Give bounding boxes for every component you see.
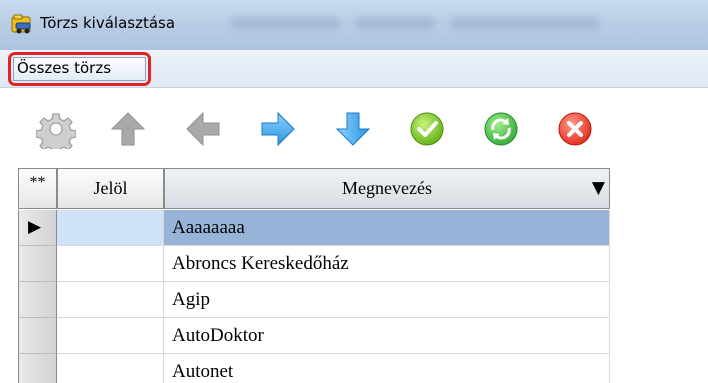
row-indicator[interactable] — [18, 282, 57, 318]
folder-car-icon — [11, 14, 33, 36]
grid-header: ** Jelöl Megnevezés ▼ — [18, 168, 708, 209]
table-row[interactable]: Abroncs Kereskedőház — [18, 246, 708, 282]
menu-bar: Összes törzs — [0, 50, 708, 88]
row-jelol-cell[interactable] — [57, 282, 164, 318]
row-indicator[interactable] — [18, 246, 57, 282]
arrow-right-icon[interactable] — [258, 109, 298, 149]
blurred-title-area — [355, 16, 435, 30]
toolbar — [0, 89, 708, 169]
row-jelol-cell[interactable] — [57, 210, 164, 246]
row-name-cell[interactable]: AutoDoktor — [164, 318, 610, 354]
blurred-title-area — [230, 16, 340, 30]
table-row[interactable]: Agip — [18, 282, 708, 318]
row-name-cell[interactable]: Abroncs Kereskedőház — [164, 246, 610, 282]
column-header-label: Megnevezés — [342, 178, 432, 198]
window-title: Törzs kiválasztása — [40, 14, 176, 32]
row-name-cell[interactable]: Agip — [164, 282, 610, 318]
ok-check-icon[interactable] — [407, 109, 447, 149]
row-indicator[interactable]: ▶ — [18, 210, 57, 246]
cancel-x-icon[interactable] — [555, 109, 595, 149]
current-row-icon: ▶ — [28, 217, 42, 237]
row-jelol-cell[interactable] — [57, 354, 164, 383]
refresh-icon[interactable] — [481, 109, 521, 149]
row-indicator[interactable] — [18, 318, 57, 354]
blurred-title-area — [450, 16, 600, 30]
column-header-jelol[interactable]: Jelöl — [57, 168, 164, 209]
gear-icon[interactable] — [35, 109, 77, 155]
table-row[interactable]: Autonet — [18, 354, 708, 383]
row-jelol-cell[interactable] — [57, 318, 164, 354]
title-bar: Törzs kiválasztása — [0, 0, 708, 50]
arrow-down-icon[interactable] — [333, 109, 373, 149]
table-row[interactable]: AutoDoktor — [18, 318, 708, 354]
row-indicator[interactable] — [18, 354, 57, 383]
sort-descending-icon: ▼ — [591, 178, 605, 198]
row-jelol-cell[interactable] — [57, 246, 164, 282]
arrow-left-icon[interactable] — [183, 109, 223, 149]
row-name-cell[interactable]: Aaaaaaaa — [164, 210, 610, 246]
data-grid: ** Jelöl Megnevezés ▼ ▶ Aaaaaaaa Abroncs… — [18, 168, 708, 383]
column-header-megnevezes[interactable]: Megnevezés ▼ — [164, 168, 610, 209]
row-name-cell[interactable]: Autonet — [164, 354, 610, 383]
arrow-up-icon[interactable] — [108, 109, 148, 149]
table-row[interactable]: ▶ Aaaaaaaa — [18, 210, 708, 246]
column-header-indicator[interactable]: ** — [18, 168, 57, 209]
menu-item-osszes-torzs[interactable]: Összes törzs — [13, 57, 146, 81]
